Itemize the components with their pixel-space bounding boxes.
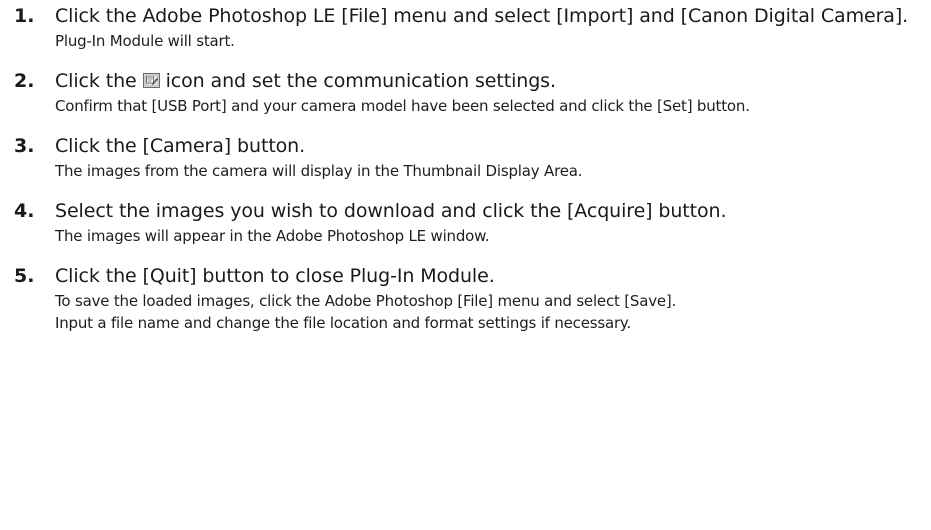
- step-description-line-2: Input a file name and change the file lo…: [55, 314, 632, 332]
- step-heading-text-before-icon: Click the: [55, 70, 137, 92]
- step-heading: Click the [Camera] button.: [55, 135, 306, 157]
- step-5: 5. Click the [Quit] button to close Plug…: [14, 264, 919, 334]
- step-3: 3. Click the [Camera] button. The images…: [14, 134, 919, 182]
- step-heading: Select the images you wish to download a…: [55, 200, 727, 222]
- settings-dialog-icon: [142, 73, 160, 88]
- step-1: 1. Click the Adobe Photoshop LE [File] m…: [14, 4, 919, 52]
- step-number: 3.: [14, 135, 35, 157]
- step-description-line-1: To save the loaded images, click the Ado…: [55, 292, 677, 310]
- step-number: 4.: [14, 200, 35, 222]
- step-description: Plug-In Module will start.: [55, 32, 235, 50]
- step-heading: Click the icon and set the communication…: [55, 69, 919, 94]
- step-heading: Click the Adobe Photoshop LE [File] menu…: [55, 5, 909, 27]
- step-heading-text-after-icon: icon and set the communication settings.: [165, 70, 556, 92]
- step-number: 5.: [14, 265, 35, 287]
- step-heading: Click the [Quit] button to close Plug-In…: [55, 265, 495, 287]
- step-description: Confirm that [USB Port] and your camera …: [55, 97, 750, 115]
- step-2: 2. Click the icon and set the communicat…: [14, 69, 919, 117]
- step-description: The images from the camera will display …: [55, 162, 583, 180]
- step-number: 2.: [14, 70, 35, 92]
- step-4: 4. Select the images you wish to downloa…: [14, 199, 919, 247]
- instruction-steps: 1. Click the Adobe Photoshop LE [File] m…: [14, 4, 919, 351]
- step-description: The images will appear in the Adobe Phot…: [55, 227, 490, 245]
- step-number: 1.: [14, 5, 35, 27]
